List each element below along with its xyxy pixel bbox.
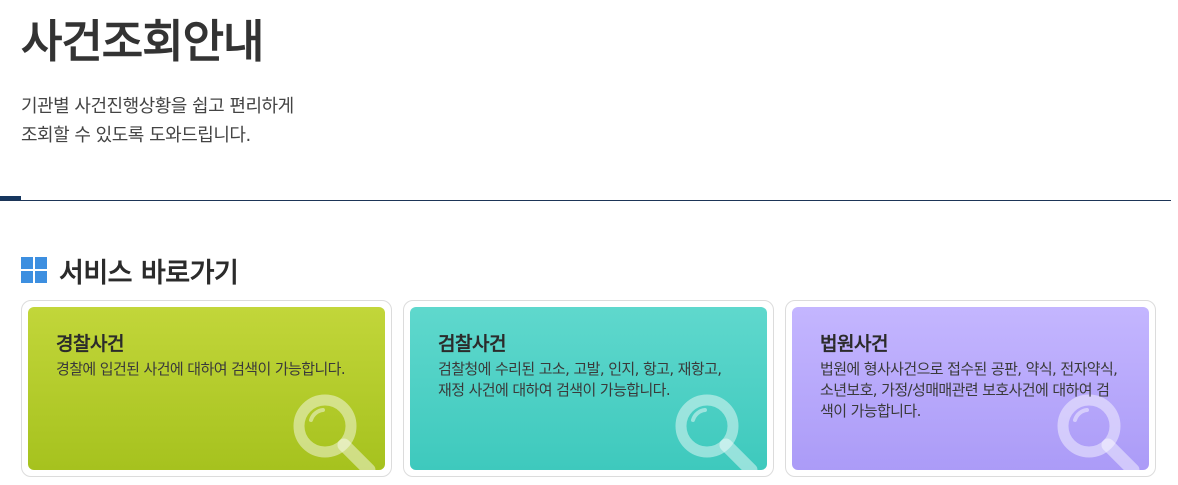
- card-prosecution-frame: 검찰사건 검찰청에 수리된 고소, 고발, 인지, 항고, 재항고, 재정 사건…: [403, 300, 774, 477]
- magnifier-icon: [293, 394, 376, 470]
- card-description: 검찰청에 수리된 고소, 고발, 인지, 항고, 재항고, 재정 사건에 대하여…: [438, 360, 722, 399]
- magnifier-icon: [675, 394, 758, 470]
- card-description: 법원에 형사사건으로 접수된 공판, 약식, 전자약식, 소년보호, 가정/성매…: [820, 360, 1118, 420]
- card-title: 경찰사건: [56, 333, 124, 355]
- card-prosecution-cases[interactable]: 검찰사건 검찰청에 수리된 고소, 고발, 인지, 항고, 재항고, 재정 사건…: [410, 307, 767, 470]
- grid-icon: [21, 257, 47, 283]
- card-title: 법원사건: [820, 333, 888, 355]
- page-description: 기관별 사건진행상황을 쉽고 편리하게 조회할 수 있도록 도와드립니다.: [21, 92, 294, 150]
- page-title: 사건조회안내: [21, 15, 264, 68]
- card-court-frame: 법원사건 법원에 형사사건으로 접수된 공판, 약식, 전자약식, 소년보호, …: [785, 300, 1156, 477]
- page-description-line-2: 조회할 수 있도록 도와드립니다.: [21, 125, 251, 146]
- card-title: 검찰사건: [438, 333, 506, 355]
- card-police-cases[interactable]: 경찰사건 경찰에 입건된 사건에 대하여 검색이 가능합니다.: [28, 307, 385, 470]
- section-header: 서비스 바로가기: [21, 250, 239, 290]
- card-police-frame: 경찰사건 경찰에 입건된 사건에 대하여 검색이 가능합니다.: [21, 300, 392, 477]
- card-court-cases[interactable]: 법원사건 법원에 형사사건으로 접수된 공판, 약식, 전자약식, 소년보호, …: [792, 307, 1149, 470]
- page-description-line-1: 기관별 사건진행상황을 쉽고 편리하게: [21, 96, 294, 117]
- section-title: 서비스 바로가기: [59, 257, 239, 289]
- card-description: 경찰에 입건된 사건에 대하여 검색이 가능합니다.: [56, 360, 346, 378]
- section-divider: [0, 200, 1171, 201]
